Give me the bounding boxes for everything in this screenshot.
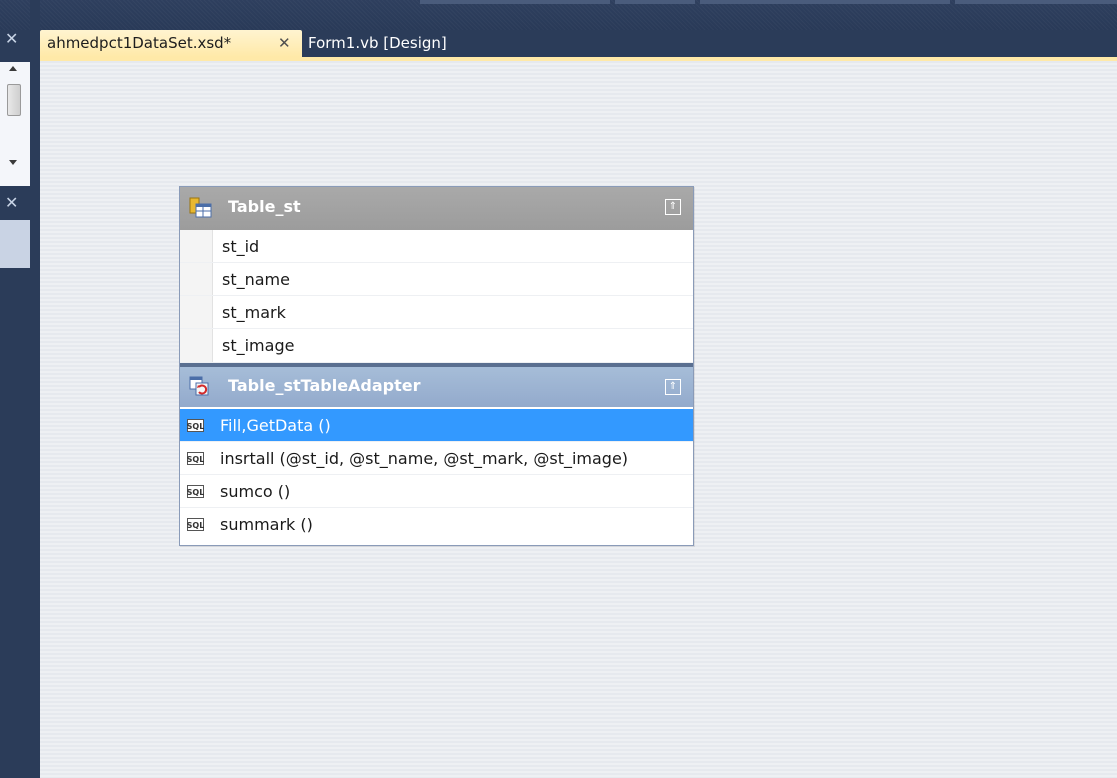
- datatable-name: Table_st: [228, 197, 301, 216]
- query-row[interactable]: SQL sumco (): [180, 475, 693, 508]
- top-strip-segment: [420, 0, 610, 4]
- query-row[interactable]: SQL summark (): [180, 508, 693, 541]
- row-gutter: [180, 263, 213, 295]
- collapsed-panel-body[interactable]: [0, 220, 30, 268]
- tab-label: Form1.vb [Design]: [308, 34, 447, 52]
- scroll-down-arrow-icon[interactable]: [9, 160, 17, 165]
- tableadapter-name: Table_stTableAdapter: [228, 376, 421, 395]
- tableadapter-icon: [189, 376, 209, 396]
- panel-separator: [30, 0, 40, 778]
- column-row[interactable]: st_mark: [180, 296, 693, 329]
- datatable-header[interactable]: Table_st ⇑: [180, 187, 693, 230]
- scroll-thumb[interactable]: [7, 84, 21, 116]
- sql-query-icon: SQL: [187, 452, 204, 465]
- sql-query-icon: SQL: [187, 518, 204, 531]
- panel-close-icon[interactable]: ✕: [0, 192, 30, 214]
- document-tab-bar: ahmedpct1DataSet.xsd* ✕ Form1.vb [Design…: [40, 30, 1117, 57]
- column-row[interactable]: st_image: [180, 329, 693, 363]
- query-name: summark (): [220, 515, 313, 534]
- query-row[interactable]: SQL insrtall (@st_id, @st_name, @st_mark…: [180, 442, 693, 475]
- row-gutter: [180, 296, 213, 328]
- column-name: st_mark: [222, 303, 286, 322]
- top-strip-segment: [615, 0, 695, 4]
- datatable-box[interactable]: Table_st ⇑ st_id st_name st_mark st_imag…: [179, 186, 694, 546]
- panel-scrollbar[interactable]: [0, 62, 30, 186]
- query-name: sumco (): [220, 482, 291, 501]
- collapse-datatable-icon[interactable]: ⇑: [665, 199, 681, 215]
- svg-text:SQL: SQL: [187, 455, 204, 464]
- top-strip-segment: [955, 0, 1117, 4]
- panel-close-icon[interactable]: ✕: [0, 28, 30, 50]
- sql-query-icon: SQL: [187, 485, 204, 498]
- top-strip-segment: [700, 0, 950, 4]
- row-gutter: [180, 230, 213, 262]
- query-name: Fill,GetData (): [220, 416, 331, 435]
- datatable-icon: [189, 197, 212, 218]
- collapse-tableadapter-icon[interactable]: ⇑: [665, 379, 681, 395]
- column-row[interactable]: st_name: [180, 263, 693, 296]
- column-name: st_name: [222, 270, 290, 289]
- svg-text:SQL: SQL: [187, 422, 204, 431]
- scroll-up-arrow-icon[interactable]: [9, 66, 17, 71]
- tab-dataset-xsd[interactable]: ahmedpct1DataSet.xsd* ✕: [40, 30, 302, 57]
- row-gutter: [180, 329, 213, 362]
- tab-close-icon[interactable]: ✕: [278, 30, 291, 56]
- tableadapter-header[interactable]: Table_stTableAdapter ⇑: [180, 367, 693, 407]
- query-name: insrtall (@st_id, @st_name, @st_mark, @s…: [220, 449, 629, 468]
- top-strip: [0, 0, 1117, 30]
- tab-label: ahmedpct1DataSet.xsd*: [47, 34, 232, 52]
- column-row[interactable]: st_id: [180, 230, 693, 263]
- tab-form1-design[interactable]: Form1.vb [Design]: [308, 30, 447, 57]
- svg-text:SQL: SQL: [187, 488, 204, 497]
- svg-text:SQL: SQL: [187, 521, 204, 530]
- query-row[interactable]: SQL Fill,GetData (): [180, 409, 693, 442]
- column-name: st_id: [222, 237, 260, 256]
- column-name: st_image: [222, 336, 295, 355]
- sql-query-icon: SQL: [187, 419, 204, 432]
